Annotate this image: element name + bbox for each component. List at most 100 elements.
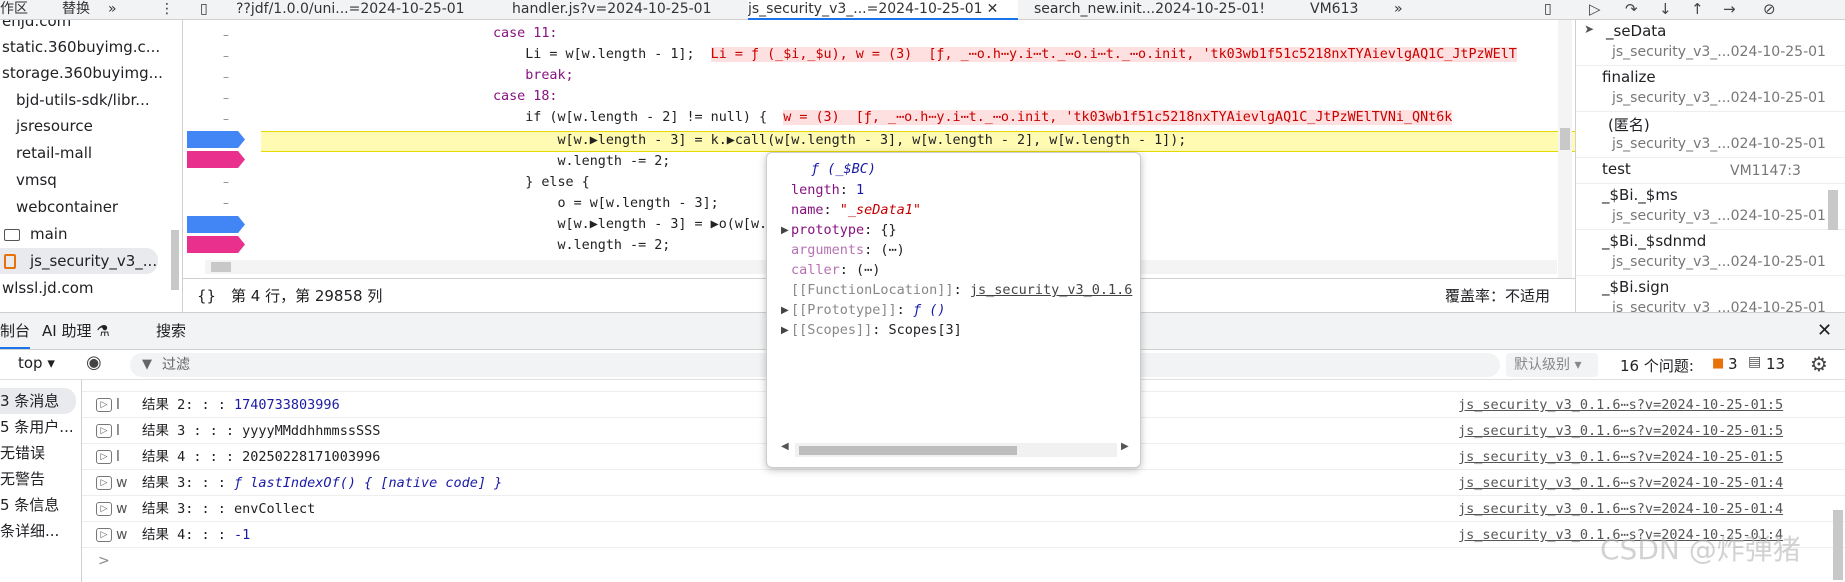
call-frame[interactable]: _$Bi._$ms js_security_v3_...024-10-25-01 <box>1576 184 1845 230</box>
scroll-left-icon[interactable]: ◀ <box>781 441 789 452</box>
tab-file-2[interactable]: handler.js?v=2024-10-25-01 <box>512 0 724 20</box>
toggle-debugger-icon[interactable]: ▯ <box>1544 0 1552 20</box>
kebab-menu-icon[interactable]: ⋮ <box>160 0 174 20</box>
call-frame[interactable]: _$Bi._$sdnmd js_security_v3_...024-10-25… <box>1576 230 1845 276</box>
tree-item[interactable]: wlssl.jd.com <box>2 275 94 301</box>
code-line: Li = w[w.length - 1]; Li = ƒ (_$i,_$u), … <box>493 44 1517 65</box>
deactivate-breakpoints-icon[interactable]: ⊘ <box>1763 0 1776 18</box>
expand-message-icon[interactable]: ▷ <box>96 476 112 490</box>
popover-scroll-thumb[interactable] <box>799 446 1017 455</box>
property-key: prototype <box>791 222 865 238</box>
step-icon[interactable]: → <box>1723 0 1736 18</box>
tree-item[interactable]: storage.360buyimg... <box>2 60 163 86</box>
editor-hscroll-thumb[interactable] <box>211 262 231 272</box>
property-row: name: "_seData1" <box>791 202 922 218</box>
call-frame-location: VM1147:3 <box>1730 163 1801 179</box>
call-frame[interactable]: _$Bi.sign js_security_v3_...024-10-25-01 <box>1576 276 1845 312</box>
context-selector[interactable]: top ▾ <box>18 354 55 372</box>
tree-item[interactable]: static.360buyimg.c... <box>2 34 160 60</box>
log-level-select[interactable]: 默认级别 ▾ <box>1506 353 1598 377</box>
property-row[interactable]: prototype: {} <box>791 220 897 240</box>
gear-icon[interactable]: ⚙ <box>1810 352 1828 376</box>
call-frame[interactable]: finalize js_security_v3_...024-10-25-01 <box>1576 66 1845 112</box>
expand-message-icon[interactable]: ▷ <box>96 450 112 464</box>
eye-icon[interactable]: ◉ <box>86 352 102 373</box>
tab-file-5[interactable]: VM613 <box>1310 0 1358 20</box>
sidebar-item-warnings[interactable]: 无警告 <box>0 466 45 492</box>
property-row[interactable]: caller: (⋯) <box>791 260 880 280</box>
code-text: break; <box>493 68 574 83</box>
tab-console[interactable]: 制台 <box>0 313 31 349</box>
tree-folder[interactable]: vmsq <box>16 167 57 193</box>
log-source-link[interactable]: js_security_v3_0.1.6⋯s?v=2024-10-25-01:4 <box>1458 496 1783 522</box>
more-tabs-icon[interactable]: » <box>108 0 117 20</box>
step-out-icon[interactable]: ↑ <box>1691 0 1704 18</box>
sidebar-item-messages[interactable]: 3 条消息 <box>0 388 76 414</box>
log-source-link[interactable]: js_security_v3_0.1.6⋯s?v=2024-10-25-01:5 <box>1458 418 1783 444</box>
call-frame-name: _seData <box>1606 22 1667 40</box>
tab-replace[interactable]: 替换 <box>62 0 90 20</box>
property-row[interactable]: [[Scopes]]: Scopes[3] <box>791 320 962 340</box>
inline-value: w = (3) [ƒ, _⋯o.h⋯y.i⋯t._⋯o.init, 'tk03w… <box>783 110 1453 125</box>
tree-folder[interactable]: webcontainer <box>16 194 118 220</box>
pretty-print-icon[interactable]: {} <box>197 279 216 313</box>
tab-workspace[interactable]: 作区 <box>0 0 28 20</box>
sidebar-item-verbose[interactable]: 条详细... <box>0 518 59 544</box>
tab-file-1[interactable]: ??jdf/1.0.0/uni...=2024-10-25-01 <box>236 0 480 20</box>
property-row[interactable]: arguments: (⋯) <box>791 240 905 260</box>
expand-message-icon[interactable]: ▷ <box>96 528 112 542</box>
tree-folder-main[interactable]: main <box>4 221 67 247</box>
log-text: 结果 3: : : ƒ lastIndexOf() { [native code… <box>142 470 502 496</box>
code-text: w.length -= 2; <box>493 154 671 169</box>
log-source-link[interactable]: js_security_v3_0.1.6⋯s?v=2024-10-25-01:5 <box>1458 392 1783 418</box>
tree-folder[interactable]: jsresource <box>16 113 93 139</box>
close-tab-icon[interactable]: ✕ <box>987 1 999 17</box>
console-prompt-row[interactable]: > <box>82 548 1845 574</box>
function-location-link[interactable]: js_security_v3_0.1.6 <box>970 282 1133 298</box>
tree-file-selected[interactable]: js_security_v3_... <box>0 248 158 274</box>
tab-ai-assistant[interactable]: AI 助理 ⚗ <box>42 313 110 349</box>
call-frame[interactable]: (匿名) js_security_v3_...024-10-25-01 <box>1576 112 1845 158</box>
expand-triangle-icon[interactable]: ▶ <box>781 225 789 236</box>
sidebar-item-errors[interactable]: 无错误 <box>0 440 45 466</box>
toggle-navigator-icon[interactable]: ▯ <box>200 0 208 20</box>
sidebar-item-info[interactable]: 5 条信息 <box>0 492 59 518</box>
call-frame[interactable]: test VM1147:3 <box>1576 158 1845 184</box>
tree-folder[interactable]: retail-mall <box>16 140 92 166</box>
conditional-breakpoint-marker[interactable] <box>187 151 245 168</box>
code-text: case 18: <box>493 89 558 104</box>
breakpoint-marker[interactable] <box>187 216 245 233</box>
tab-file-active[interactable]: js_security_v3_...=2024-10-25-01 ✕ <box>748 0 1018 20</box>
editor-scroll-thumb[interactable] <box>1560 128 1570 150</box>
breakpoint-marker[interactable] <box>187 131 245 148</box>
tab-file-4[interactable]: search_new.init...2024-10-25-01! <box>1034 0 1278 20</box>
conditional-breakpoint-marker[interactable] <box>187 236 245 253</box>
call-frame-location: js_security_v3_...024-10-25-01 <box>1612 44 1826 60</box>
step-into-icon[interactable]: ↓ <box>1659 0 1672 18</box>
log-source-link[interactable]: js_security_v3_0.1.6⋯s?v=2024-10-25-01:5 <box>1458 444 1783 470</box>
call-frame-current[interactable]: ➤ _seData js_security_v3_...024-10-25-01 <box>1576 20 1845 66</box>
expand-triangle-icon[interactable]: ▶ <box>781 305 789 316</box>
expand-message-icon[interactable]: ▷ <box>96 398 112 412</box>
issues-count[interactable]: 16 个问题: <box>1620 355 1694 376</box>
file-tree-scrollbar[interactable] <box>171 230 179 290</box>
scroll-right-icon[interactable]: ▶ <box>1121 441 1129 452</box>
expand-triangle-icon[interactable]: ▶ <box>781 325 789 336</box>
object-preview-popover[interactable]: ƒ (_$BC) length: 1 name: "_seData1" ▶ pr… <box>766 152 1141 468</box>
step-over-icon[interactable]: ↷ <box>1625 0 1638 18</box>
gutter-mark: – <box>223 70 229 84</box>
tree-folder[interactable]: bjd-utils-sdk/libr... <box>16 87 150 113</box>
property-row[interactable]: [[Prototype]]: ƒ () <box>791 300 945 320</box>
tab-search[interactable]: 搜索 <box>156 313 186 349</box>
console-scrollbar[interactable] <box>1833 510 1843 580</box>
expand-message-icon[interactable]: ▷ <box>96 502 112 516</box>
sidebar-item-user-messages[interactable]: 5 条用户... <box>0 414 74 440</box>
close-drawer-icon[interactable]: ✕ <box>1817 313 1832 349</box>
log-source-link[interactable]: js_security_v3_0.1.6⋯s?v=2024-10-25-01:4 <box>1458 470 1783 496</box>
expand-message-icon[interactable]: ▷ <box>96 424 112 438</box>
more-editor-tabs-icon[interactable]: » <box>1394 0 1403 20</box>
gutter-mark: – <box>223 28 229 42</box>
tree-item[interactable]: enjd.com <box>2 20 71 34</box>
call-stack-scrollbar[interactable] <box>1828 190 1838 230</box>
resume-icon[interactable]: ▷ <box>1589 0 1601 18</box>
